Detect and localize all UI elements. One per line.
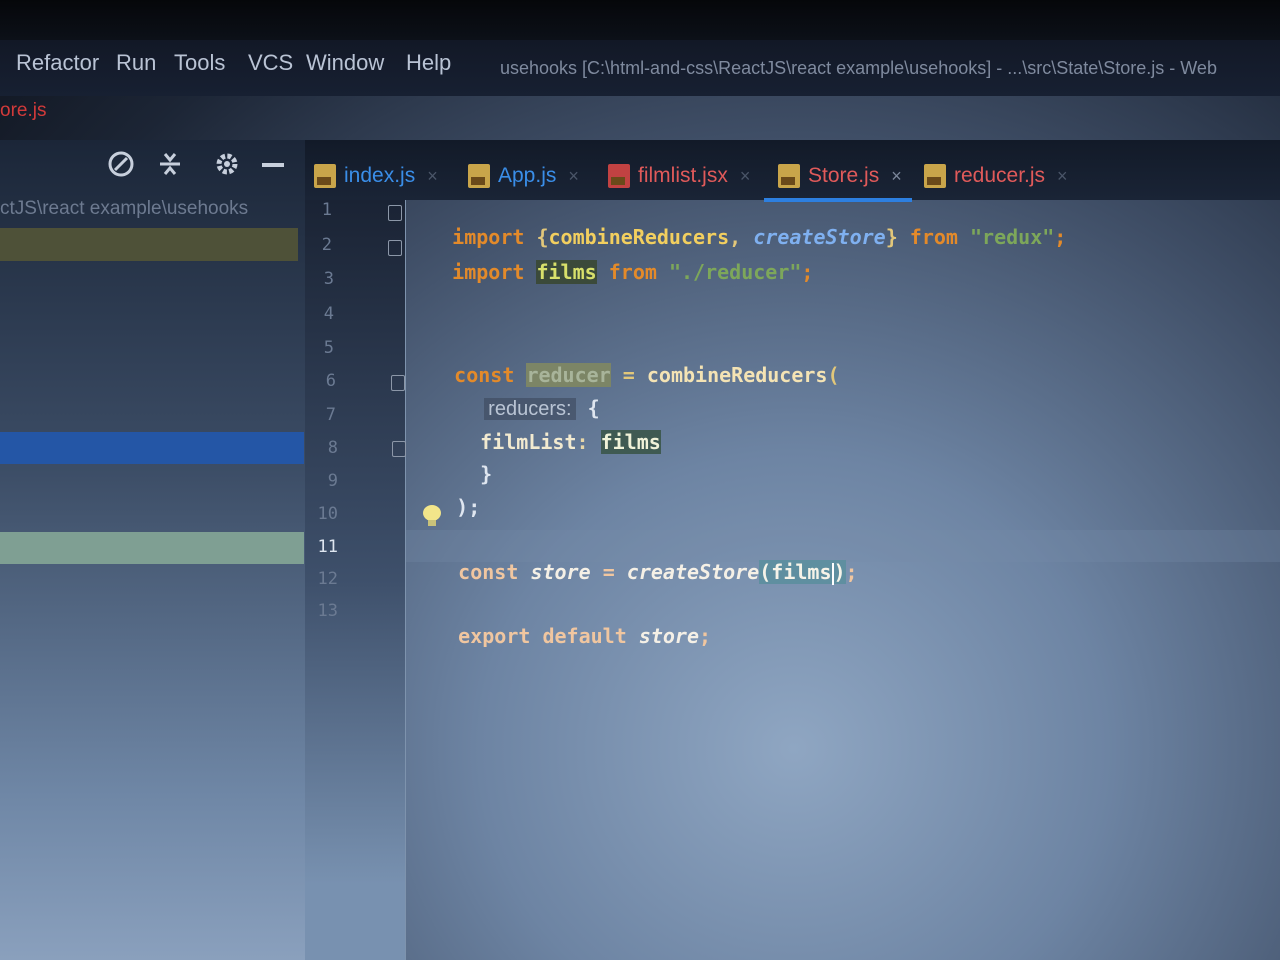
line-number: 9 (327, 471, 338, 491)
line-number: 5 (323, 338, 334, 358)
keyword: from (909, 225, 958, 249)
line-number: 4 (323, 304, 334, 324)
line-number: 10 (317, 504, 338, 524)
line-number: 3 (323, 269, 334, 289)
punct: ; (1054, 225, 1067, 249)
line-number: 13 (317, 601, 338, 621)
operator: = (590, 560, 627, 584)
punct: ; (845, 560, 858, 584)
punct: ; (699, 624, 712, 648)
punct: ) (833, 560, 846, 584)
js-file-icon (778, 164, 800, 188)
menu-window[interactable]: Window (306, 50, 384, 76)
tab-store-js[interactable]: Store.js × (778, 156, 902, 196)
gear-icon[interactable] (212, 150, 242, 180)
identifier: films (536, 260, 597, 284)
function-call: combineReducers (646, 363, 828, 387)
menu-help[interactable]: Help (406, 50, 451, 76)
punct: } (480, 462, 493, 486)
lightbulb-icon[interactable] (423, 505, 441, 527)
tree-row-selected[interactable] (0, 432, 304, 464)
lightbulb-base (428, 520, 436, 526)
call-arguments: (films) (759, 560, 846, 585)
screen-bezel (0, 0, 1280, 40)
line-number: 8 (327, 438, 338, 458)
close-icon[interactable]: × (568, 166, 579, 187)
close-icon[interactable]: × (1057, 166, 1068, 187)
string-literal: "redux" (970, 225, 1055, 249)
code-line-9[interactable]: ); (408, 471, 480, 543)
tab-filmlist-jsx[interactable]: filmlist.jsx × (608, 156, 750, 196)
punct: : (576, 430, 601, 454)
project-path: ctJS\react example\usehooks (0, 198, 249, 219)
function-call: createStore (626, 560, 760, 584)
code-line-13[interactable]: export default store; (410, 600, 711, 672)
menu-tools[interactable]: Tools (174, 50, 225, 76)
tab-index-js[interactable]: index.js × (314, 156, 438, 196)
code-line-11[interactable]: const store = createStore(films); (410, 536, 858, 609)
tab-app-js[interactable]: App.js × (468, 156, 579, 196)
code-line-2[interactable]: import films from "./reducer"; (404, 236, 813, 308)
tab-label: reducer.js (954, 164, 1046, 187)
tree-row-modified[interactable] (0, 532, 304, 564)
line-number: 2 (321, 235, 332, 255)
variable: store (638, 624, 700, 648)
punct: ( (827, 363, 840, 387)
close-icon[interactable]: × (891, 166, 902, 187)
fold-marker-icon[interactable] (391, 375, 405, 391)
close-icon[interactable]: × (740, 166, 751, 187)
variable: store (530, 560, 591, 584)
keyword: const (458, 560, 519, 584)
tree-row-highlight[interactable] (0, 228, 298, 261)
ide-screen: Refactor Run Tools VCS Window Help useho… (0, 0, 1280, 960)
js-file-icon (468, 164, 490, 188)
argument: films (771, 560, 832, 584)
fold-marker-icon[interactable] (392, 441, 406, 457)
close-icon[interactable]: × (427, 166, 438, 187)
breadcrumb[interactable]: ore.js (0, 100, 46, 122)
js-file-icon (314, 164, 336, 188)
tab-label: App.js (498, 164, 557, 187)
keyword: import (452, 260, 525, 284)
keyword: from (608, 260, 657, 284)
property-key: filmList (480, 430, 577, 454)
menu-vcs[interactable]: VCS (248, 50, 293, 76)
jsx-file-icon (608, 164, 630, 188)
window-title: usehooks [C:\html-and-css\ReactJS\react … (500, 58, 1217, 78)
collapse-icon[interactable] (155, 150, 185, 180)
js-file-icon (924, 164, 946, 188)
punct: } (885, 225, 910, 249)
menu-run[interactable]: Run (116, 50, 156, 76)
line-number: 1 (321, 200, 332, 220)
minimize-icon[interactable] (258, 150, 288, 180)
tab-reducer-js[interactable]: reducer.js × (924, 156, 1068, 196)
fold-marker-icon[interactable] (388, 240, 402, 256)
tab-label: filmlist.jsx (638, 164, 728, 187)
menu-refactor[interactable]: Refactor (16, 50, 99, 76)
lightbulb-glass (423, 505, 441, 521)
punct: ( (759, 560, 772, 584)
punct: ); (456, 495, 481, 519)
line-number: 7 (325, 405, 336, 425)
line-number: 12 (317, 569, 338, 589)
globe-gear-icon[interactable] (106, 150, 136, 180)
punct: ; (801, 260, 814, 284)
tab-label: index.js (344, 164, 416, 187)
keyword: default (542, 624, 627, 648)
line-number: 6 (325, 371, 336, 391)
string-literal: "./reducer" (668, 260, 802, 284)
fold-marker-icon[interactable] (388, 205, 402, 221)
tab-label: Store.js (808, 164, 880, 187)
keyword: export (458, 624, 531, 648)
line-number-current: 11 (317, 537, 338, 557)
identifier: films (600, 430, 661, 454)
operator: = (610, 363, 647, 387)
